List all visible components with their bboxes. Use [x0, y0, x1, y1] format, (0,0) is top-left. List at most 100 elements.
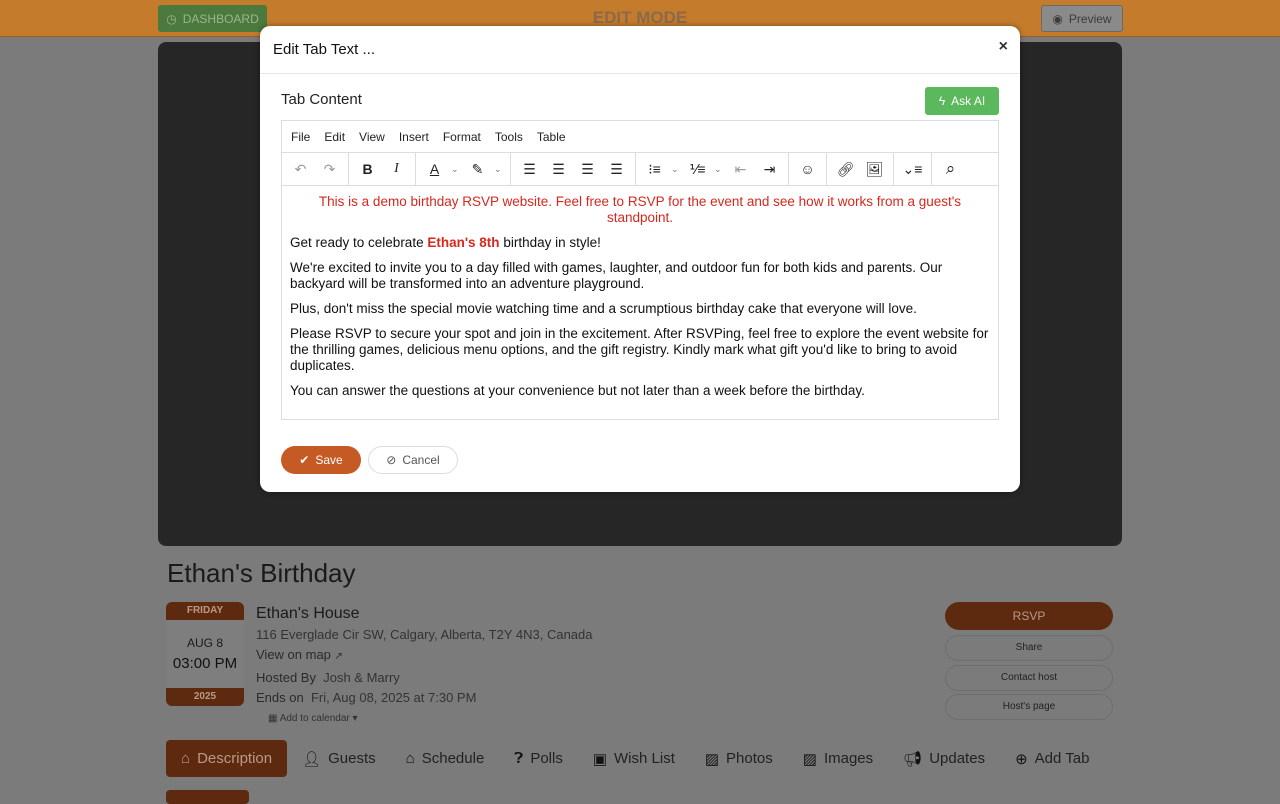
user-icon: 👤︎ [302, 750, 322, 768]
save-label: Save [315, 453, 343, 467]
tab-content-label: Tab Content [281, 91, 362, 108]
ask-ai-button[interactable]: ϟ Ask AI [925, 87, 999, 115]
emoji-icon[interactable]: ☺ [795, 157, 820, 182]
month-day: AUG 8 [186, 636, 223, 650]
outdent-icon[interactable]: ⇤ [728, 157, 753, 182]
tab-label: Add Tab [1034, 750, 1090, 767]
text-color-icon[interactable]: A [422, 157, 447, 182]
tab-schedule[interactable]: ⌂ Schedule [391, 740, 500, 777]
paragraph: Please RSVP to secure your spot and join… [290, 326, 989, 373]
editor-content[interactable]: This is a demo birthday RSVP website. Fe… [282, 186, 998, 419]
tab-updates[interactable]: 📢︎ Updates [888, 740, 1000, 777]
chevron-down-icon[interactable]: ⌄ [671, 164, 681, 175]
text: Get ready to celebrate [290, 235, 428, 250]
tab-polls[interactable]: ❓︎ Polls [499, 740, 578, 777]
paragraph: Get ready to celebrate Ethan's 8th birth… [290, 235, 990, 251]
indent-icon[interactable]: ⇥ [757, 157, 782, 182]
preview-label: Preview [1068, 11, 1112, 26]
paragraph: We're excited to invite you to a day fil… [290, 260, 943, 291]
menu-tools[interactable]: Tools [495, 130, 523, 144]
ends-label: Ends on [256, 690, 304, 705]
menu-file[interactable]: File [291, 130, 310, 144]
tab-label: Description [197, 750, 273, 767]
cancel-label: Cancel [402, 453, 440, 467]
menu-table[interactable]: Table [537, 130, 566, 144]
align-center-icon[interactable]: ☰ [546, 157, 571, 182]
tab-label: Schedule [421, 750, 485, 767]
venue: Ethan's House [256, 605, 360, 622]
event-info: Ethan's House 116 Everglade Cir SW, Calg… [256, 604, 593, 729]
search-icon[interactable]: ⌕ [938, 157, 963, 182]
chevron-down-icon[interactable]: ⌄ [714, 164, 724, 175]
home-icon: ⌂ [405, 750, 415, 767]
modal-title: Edit Tab Text ... [273, 41, 376, 58]
edit-tab-modal: Edit Tab Text ... × Tab Content ϟ Ask AI … [260, 26, 1020, 492]
bold-icon[interactable]: B [355, 157, 380, 182]
align-left-icon[interactable]: ☰ [517, 157, 542, 182]
gift-icon: ▣ [592, 750, 608, 768]
image-icon: ▨ [802, 750, 817, 768]
tab-label: Updates [929, 750, 986, 767]
align-right-icon[interactable]: ☰ [575, 157, 600, 182]
menu-insert[interactable]: Insert [399, 130, 429, 144]
tab-bar: ⌂ Description 👤︎ Guests ⌂ Schedule ❓︎ Polls … [166, 740, 1104, 777]
ban-icon: ⊘ [386, 453, 397, 467]
tab-add-tab[interactable]: ⊕ Add Tab [1000, 740, 1104, 777]
event-title: Ethan's Birthday [167, 558, 356, 588]
menu-edit[interactable]: Edit [324, 130, 345, 144]
tab-wish-list[interactable]: ▣ Wish List [578, 740, 690, 777]
chevron-down-icon[interactable]: ⌄ [494, 164, 504, 175]
rsvp-button[interactable]: RSVP [945, 602, 1113, 630]
numbered-list-icon[interactable]: ⅟≡ [685, 157, 710, 182]
external-link-icon: ↗ [334, 651, 343, 662]
tab-label: Photos [726, 750, 773, 767]
tab-images[interactable]: ▨ Images [788, 740, 888, 777]
bolt-icon: ϟ [938, 94, 946, 108]
menu-view[interactable]: View [359, 130, 385, 144]
map-link-label: View on map [256, 647, 331, 662]
cancel-button[interactable]: ⊘ Cancel [368, 446, 458, 474]
bullhorn-icon: 📢︎ [903, 750, 923, 768]
tab-label: Polls [530, 750, 563, 767]
editor-menubar: File Edit View Insert Format Tools Table [282, 121, 998, 153]
home-icon: ⌂ [181, 750, 191, 767]
start-time: 03:00 PM [172, 655, 238, 672]
text: birthday in style! [499, 235, 601, 250]
menu-format[interactable]: Format [443, 130, 481, 144]
edit-tab-button[interactable] [166, 790, 249, 804]
demo-notice: This is a demo birthday RSVP website. Fe… [318, 194, 962, 225]
undo-icon[interactable]: ↶ [288, 157, 313, 182]
hosts: Josh & Marry [323, 669, 400, 685]
calendar-icon: ▦ [268, 712, 278, 724]
save-button[interactable]: ✔ Save [281, 446, 361, 474]
link-icon[interactable]: 🔗︎ [833, 157, 858, 182]
tab-description[interactable]: ⌂ Description [166, 740, 288, 777]
close-button[interactable]: × [999, 38, 1008, 56]
hosts-page-button[interactable]: Host's page [945, 694, 1113, 720]
tab-guests[interactable]: 👤︎ Guests [287, 740, 391, 777]
image-icon[interactable]: 🖼︎ [862, 157, 887, 182]
preview-button[interactable]: ◉ Preview [1041, 5, 1123, 32]
bullet-list-icon[interactable]: ⁝≡ [642, 157, 667, 182]
contact-host-button[interactable]: Contact host [945, 665, 1113, 691]
highlight-color-icon[interactable]: ✎ [465, 157, 490, 182]
eye-icon: ◉ [1052, 11, 1063, 26]
question-icon: ❓︎ [514, 750, 524, 767]
share-button[interactable]: Share [945, 635, 1113, 661]
image-icon: ▨ [704, 750, 720, 768]
italic-icon[interactable]: I [384, 157, 409, 182]
tab-label: Wish List [614, 750, 675, 767]
editor-toolbar: ↶ ↷ BI A ⌄ ✎ ⌄ ☰ ☰ ☰ ☰ ⁝≡ ⌄ ⅟≡ ⌄ ⇤ ⇥ ☺ 🔗︎ 🖼︎ ⌄≡ ⌕ [282, 153, 998, 186]
accordion-icon[interactable]: ⌄≡ [900, 157, 925, 182]
end-time: Fri, Aug 08, 2025 at 7:30 PM [310, 690, 477, 705]
add-to-calendar[interactable]: ▦ Add to calendar ▾ [268, 709, 593, 730]
redo-icon[interactable]: ↷ [317, 157, 342, 182]
align-justify-icon[interactable]: ☰ [604, 157, 629, 182]
chevron-down-icon[interactable]: ⌄ [451, 164, 461, 175]
weekday: FRIDAY [166, 602, 244, 620]
view-on-map-link[interactable]: View on map ↗ [256, 645, 593, 668]
rich-text-editor: File Edit View Insert Format Tools Table… [281, 120, 999, 420]
tab-photos[interactable]: ▨ Photos [690, 740, 788, 777]
address: 116 Everglade Cir SW, Calgary, Alberta, … [256, 626, 593, 642]
tab-label: Guests [328, 750, 376, 767]
